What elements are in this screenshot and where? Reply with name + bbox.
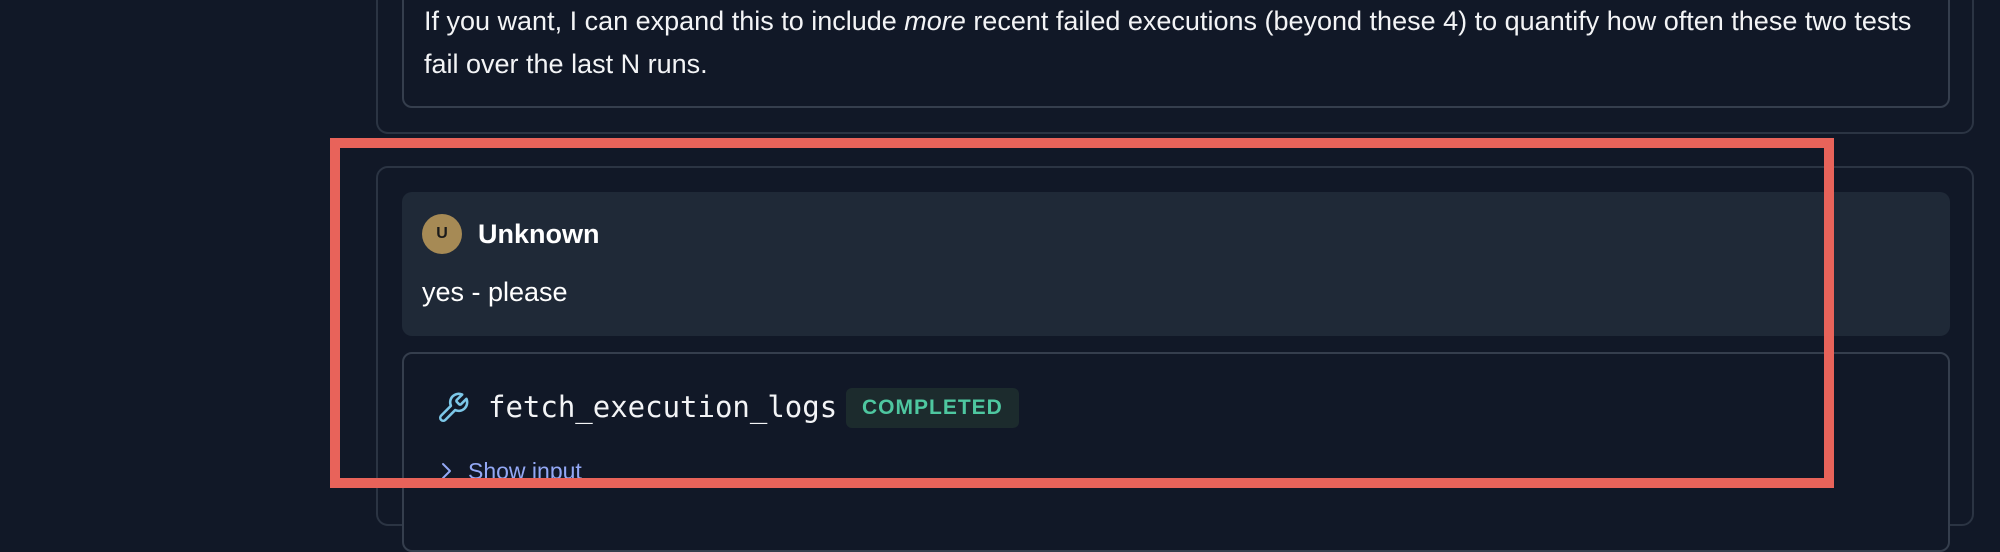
assistant-message-text: If you want, I can expand this to includ… [424, 0, 1924, 86]
show-input-label: Show input [468, 458, 582, 484]
avatar: U [422, 214, 462, 254]
user-name: Unknown [478, 219, 600, 249]
message-text-emphasis: more [904, 6, 966, 36]
chevron-right-icon [442, 463, 451, 479]
status-badge: COMPLETED [846, 388, 1019, 428]
tool-call-card [402, 352, 1950, 552]
tool-name: fetch_execution_logs [488, 390, 838, 424]
user-message-text: yes - please [422, 277, 568, 307]
wrench-icon [439, 392, 469, 422]
message-text-start: If you want, I can expand this to includ… [424, 6, 905, 36]
show-input-toggle[interactable]: Show input [438, 456, 582, 486]
user-message-bubble [402, 192, 1950, 336]
